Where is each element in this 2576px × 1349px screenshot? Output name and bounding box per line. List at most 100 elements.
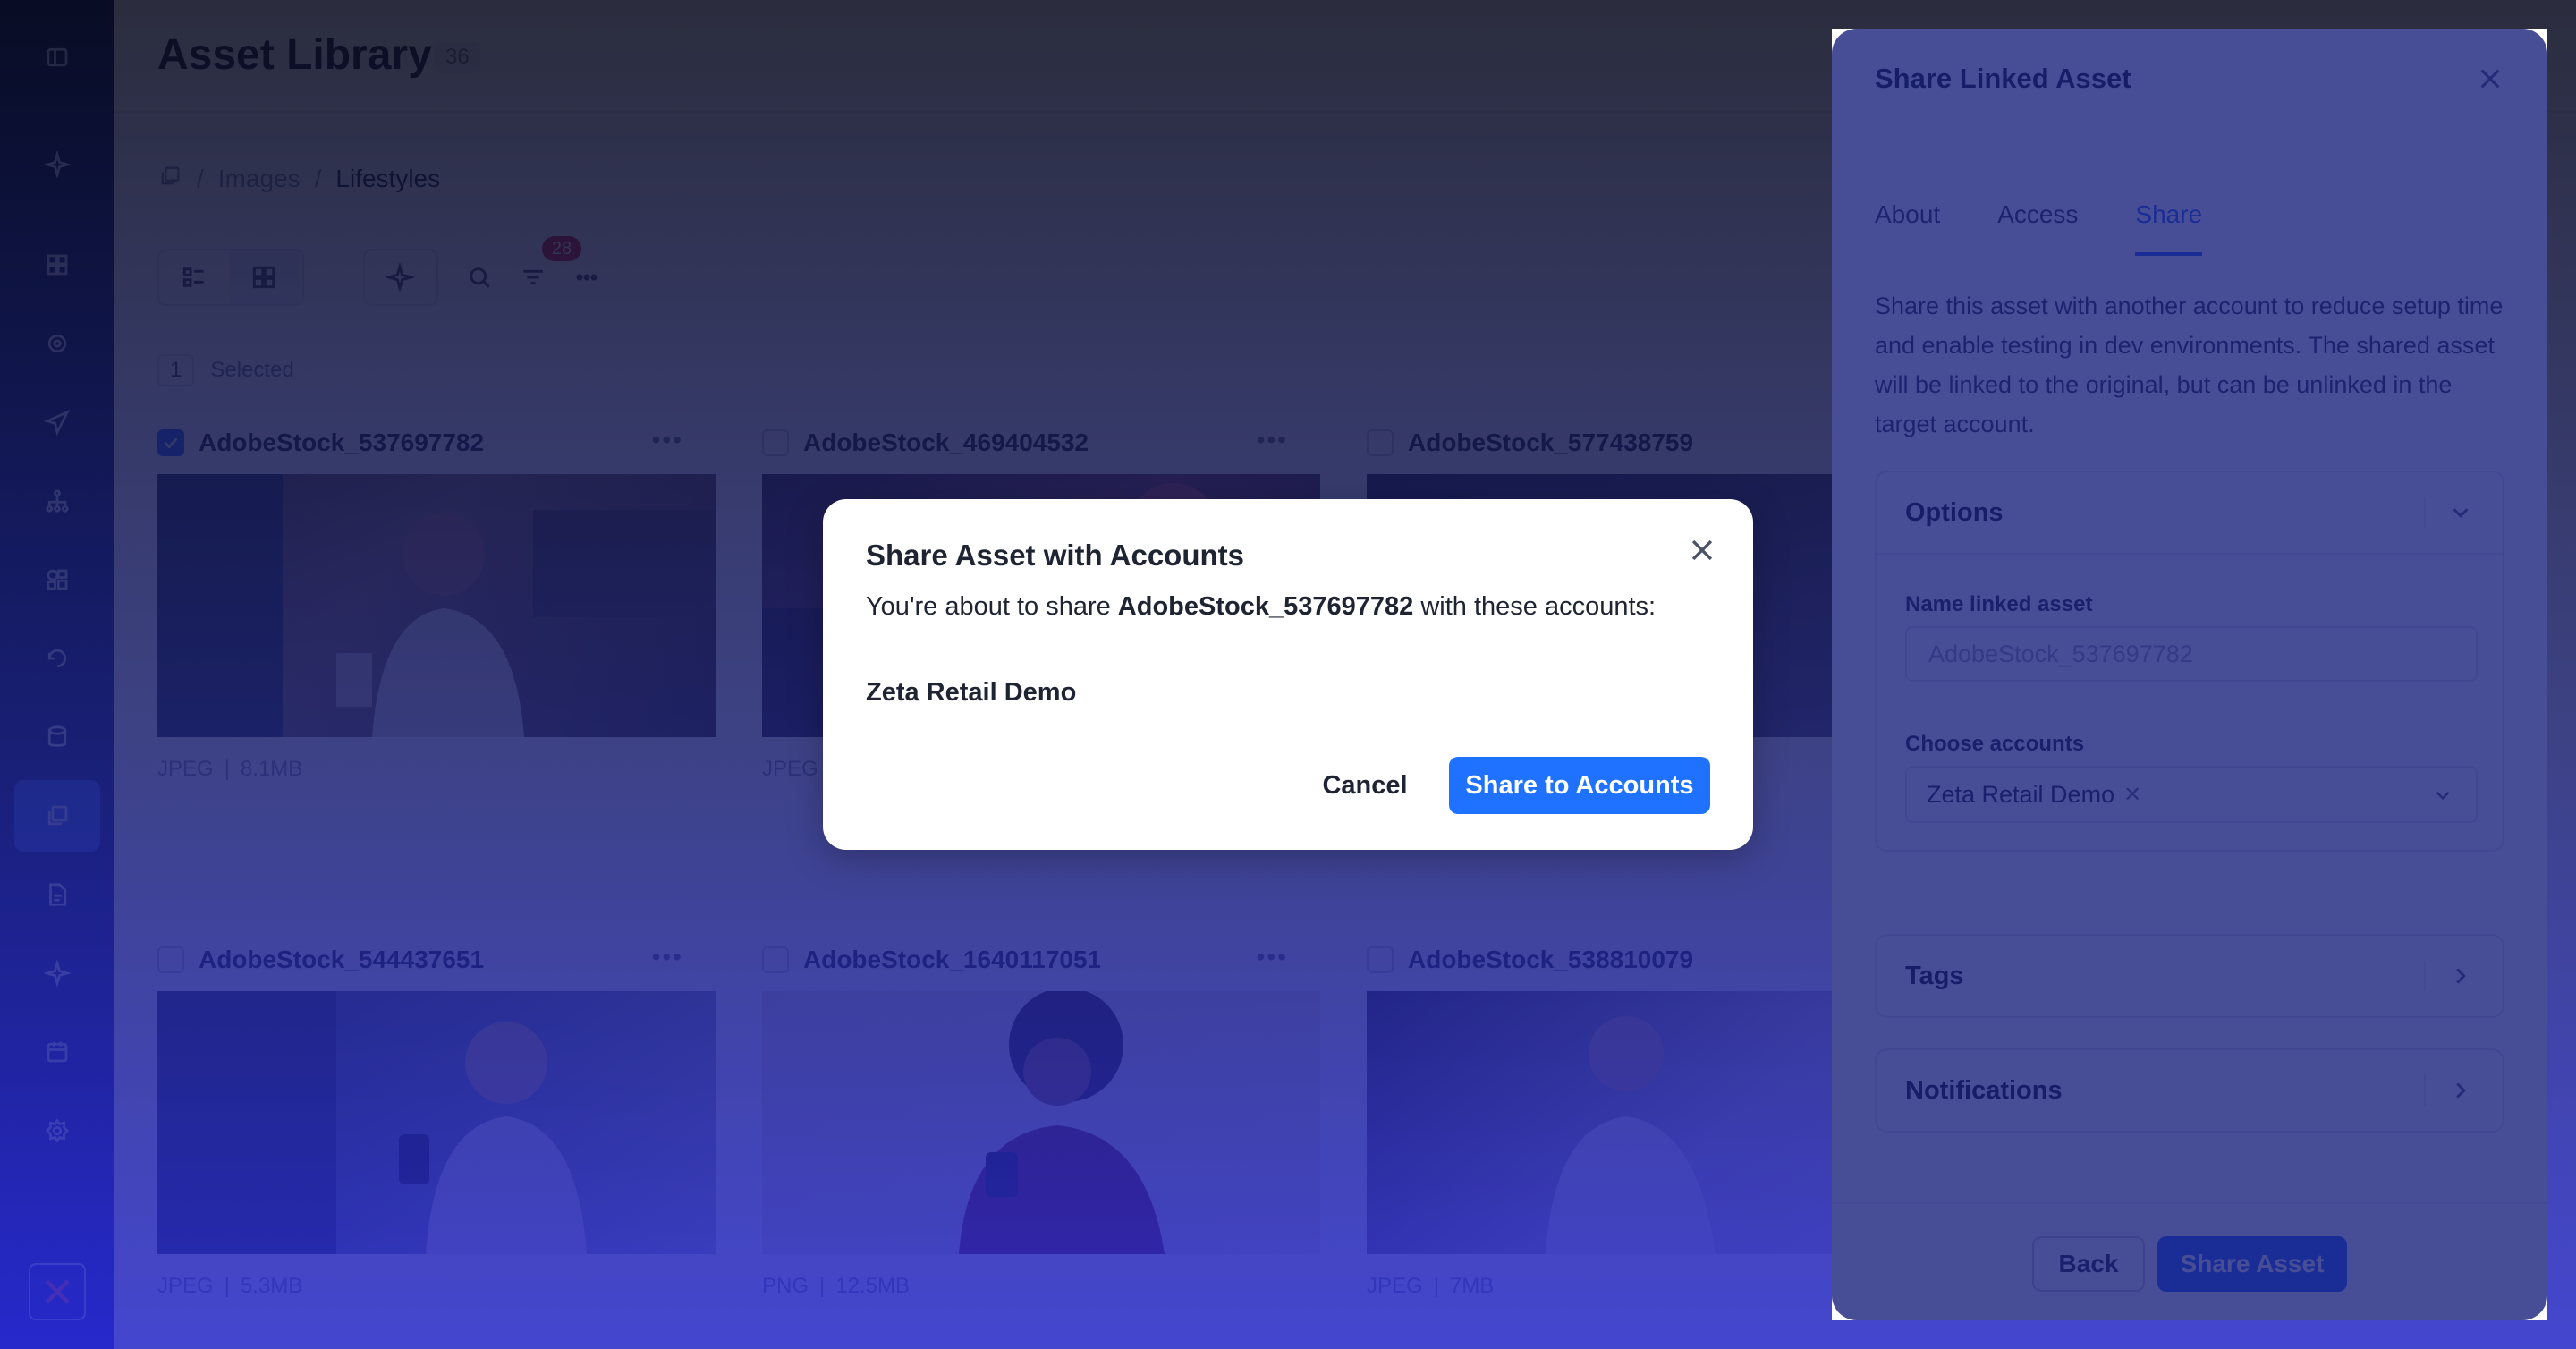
- document-icon[interactable]: [36, 873, 79, 916]
- asset-name: AdobeStock_538810079: [1408, 946, 1694, 973]
- sidebar: [0, 0, 114, 1349]
- tags-section: Tags: [1875, 934, 2504, 1018]
- woman-laughing-image: [157, 474, 716, 737]
- grid-view-icon[interactable]: [229, 250, 299, 304]
- choose-accounts-label: Choose accounts: [1905, 732, 2085, 756]
- asset-card[interactable]: AdobeStock_1640117051 ••• PNG | 12.5MB: [762, 929, 1320, 1299]
- share-asset-button[interactable]: Share Asset: [2157, 1236, 2347, 1292]
- chevron-right-icon[interactable]: [2447, 1077, 2474, 1104]
- close-icon[interactable]: [2476, 64, 2504, 93]
- breadcrumb-item-images[interactable]: Images: [218, 165, 301, 193]
- asset-checkbox[interactable]: [157, 946, 184, 973]
- asset-card[interactable]: AdobeStock_537697782 ••• JPEG | 8.1MB: [157, 411, 716, 782]
- assets-icon[interactable]: [14, 780, 100, 852]
- breadcrumb-item-lifestyles: Lifestyles: [335, 165, 441, 192]
- list-view-icon[interactable]: [159, 250, 229, 304]
- modal-asset-name: AdobeStock_537697782: [1117, 592, 1414, 621]
- tab-share[interactable]: Share: [2135, 200, 2203, 256]
- filter-count-badge: 28: [542, 236, 581, 261]
- hierarchy-icon[interactable]: [36, 479, 79, 522]
- asset-name: AdobeStock_577438759: [1408, 428, 1694, 456]
- view-toggle: [157, 249, 304, 306]
- asset-name: AdobeStock_469404532: [803, 428, 1089, 456]
- asset-more-icon[interactable]: •••: [652, 426, 683, 454]
- notifications-section: Notifications: [1875, 1048, 2504, 1133]
- asset-meta: PNG | 12.5MB: [762, 1274, 910, 1298]
- share-linked-asset-drawer: Share Linked Asset About Access Share Sh…: [1832, 29, 2547, 1320]
- breadcrumb-separator: /: [197, 165, 204, 192]
- gear-icon[interactable]: [36, 1109, 79, 1152]
- breadcrumb: / Images / Lifestyles: [157, 163, 440, 195]
- name-linked-asset-input[interactable]: AdobeStock_537697782: [1905, 626, 2478, 682]
- target-icon[interactable]: [36, 322, 79, 365]
- asset-checkbox[interactable]: [1367, 946, 1394, 973]
- panel-toggle-icon[interactable]: [36, 36, 79, 79]
- ai-toolbar: [363, 249, 438, 306]
- asset-meta: JPEG | 5.3MB: [157, 1274, 303, 1298]
- options-section: Options Name linked asset AdobeStock_537…: [1875, 471, 2504, 852]
- asset-meta: JPEG | 8.1MB: [157, 757, 303, 781]
- notifications-header[interactable]: Notifications: [1877, 1050, 2503, 1131]
- tab-access[interactable]: Access: [1997, 200, 2078, 256]
- share-description: Share this asset with another account to…: [1875, 293, 2504, 437]
- chevron-right-icon[interactable]: [2447, 963, 2474, 989]
- asset-more-icon[interactable]: •••: [1257, 426, 1288, 454]
- asset-name: AdobeStock_1640117051: [803, 946, 1102, 973]
- chevron-down-icon[interactable]: [2431, 784, 2454, 807]
- sparkle-icon[interactable]: [36, 952, 79, 995]
- options-header[interactable]: Options: [1877, 472, 2503, 553]
- selection-count: 1: [157, 354, 195, 386]
- dashboard-icon[interactable]: [36, 243, 79, 286]
- asset-thumbnail[interactable]: [157, 991, 716, 1254]
- close-icon[interactable]: [1687, 535, 1717, 565]
- selection-label: Selected: [210, 358, 294, 382]
- tags-title: Tags: [1905, 961, 1964, 990]
- refresh-icon[interactable]: [36, 637, 79, 680]
- send-icon[interactable]: [36, 401, 79, 444]
- account-chip: Zeta Retail Demo ✕: [1927, 780, 2142, 808]
- asset-checkbox[interactable]: [157, 429, 184, 456]
- page-title: Asset Library: [157, 31, 432, 79]
- asset-count-badge: 36: [435, 41, 480, 73]
- zeta-logo-icon[interactable]: [29, 1263, 86, 1320]
- drawer-tabs: About Access Share: [1875, 200, 2203, 256]
- share-asset-modal: Share Asset with Accounts You're about t…: [823, 499, 1753, 850]
- cancel-button[interactable]: Cancel: [1284, 757, 1445, 814]
- breadcrumb-separator: /: [314, 165, 322, 192]
- back-button[interactable]: Back: [2032, 1236, 2145, 1292]
- search-filter-toolbar: [453, 249, 617, 306]
- modal-message: You're about to share AdobeStock_5376977…: [866, 592, 1657, 621]
- drawer-footer: Back Share Asset: [1832, 1202, 2547, 1320]
- modal-title: Share Asset with Accounts: [866, 539, 1244, 572]
- asset-checkbox[interactable]: [762, 429, 789, 456]
- asset-thumbnail[interactable]: [157, 474, 716, 737]
- calendar-icon[interactable]: [36, 1031, 79, 1073]
- asset-more-icon[interactable]: •••: [1257, 943, 1288, 971]
- asset-checkbox[interactable]: [762, 946, 789, 973]
- asset-card[interactable]: AdobeStock_544437651 ••• JPEG | 5.3MB: [157, 929, 716, 1299]
- search-icon[interactable]: [453, 250, 506, 304]
- options-body: Name linked asset AdobeStock_537697782 C…: [1877, 553, 2503, 850]
- asset-checkbox[interactable]: [1367, 429, 1394, 456]
- sparkle-icon[interactable]: [36, 143, 79, 186]
- asset-more-icon[interactable]: •••: [652, 943, 683, 971]
- sparkle-icon[interactable]: [365, 250, 435, 304]
- segments-icon[interactable]: [36, 558, 79, 601]
- share-to-accounts-button[interactable]: Share to Accounts: [1449, 757, 1710, 814]
- asset-name: AdobeStock_544437651: [199, 946, 485, 973]
- drawer-title: Share Linked Asset: [1875, 63, 2131, 94]
- name-linked-asset-label: Name linked asset: [1905, 592, 2093, 616]
- asset-thumbnail[interactable]: [762, 991, 1320, 1254]
- database-icon[interactable]: [36, 716, 79, 759]
- asset-name: AdobeStock_537697782: [199, 428, 485, 456]
- library-home-icon[interactable]: [157, 164, 182, 195]
- tags-header[interactable]: Tags: [1877, 936, 2503, 1016]
- choose-accounts-select[interactable]: Zeta Retail Demo ✕: [1905, 766, 2478, 823]
- woman-phone-image: [157, 991, 587, 1254]
- woman-texting-image: [959, 991, 1165, 1254]
- options-title: Options: [1905, 497, 2004, 527]
- selection-indicator: 1 Selected: [157, 354, 294, 386]
- remove-chip-icon[interactable]: ✕: [2123, 782, 2141, 808]
- tab-about[interactable]: About: [1875, 200, 1940, 256]
- chevron-down-icon[interactable]: [2447, 499, 2474, 526]
